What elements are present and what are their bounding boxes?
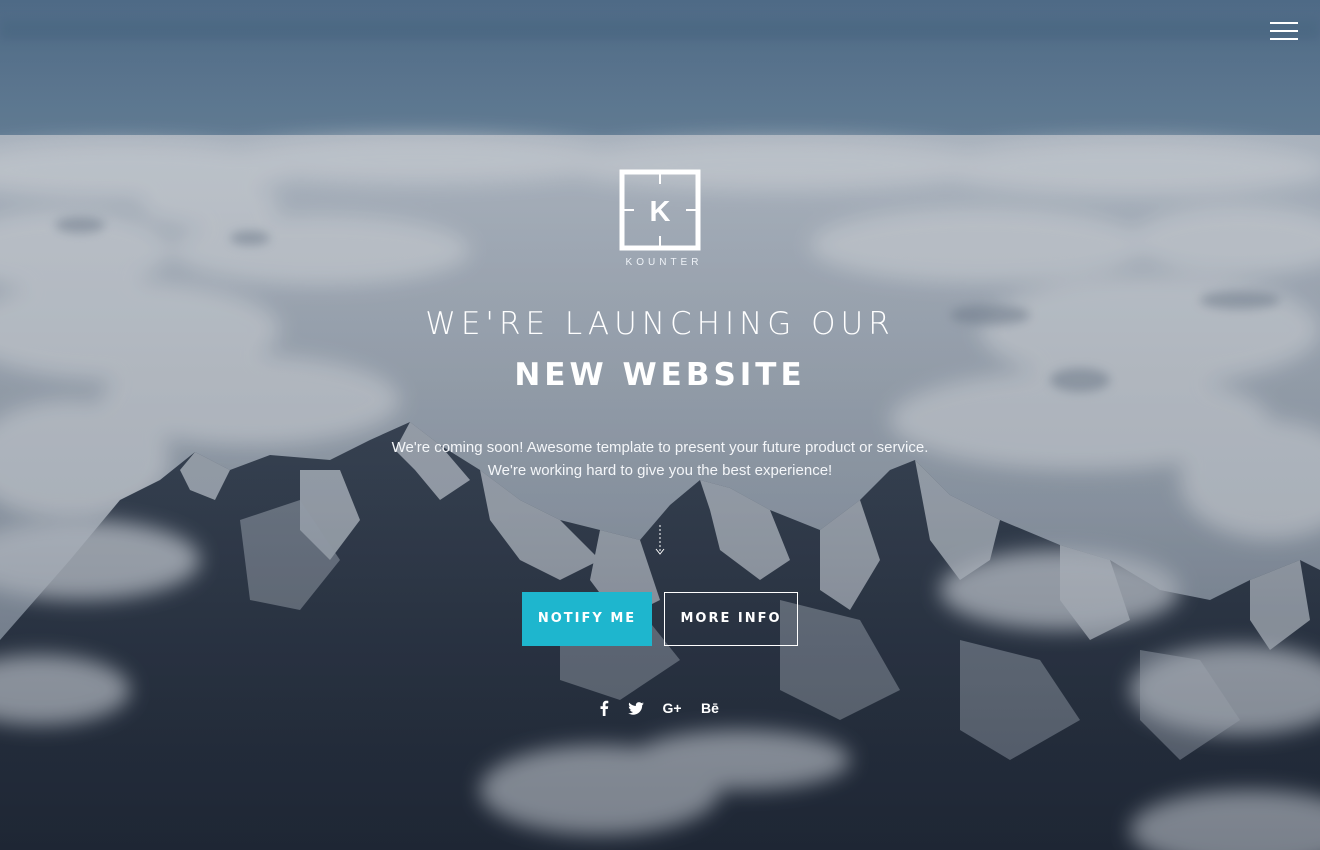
brand-name: KOUNTER [625,257,703,268]
mountain-background-image [0,0,1320,850]
behance-label: Bē [701,700,719,716]
description-line-2: We're working hard to give you the best … [487,462,833,479]
twitter-icon[interactable] [626,697,646,719]
menu-line [1270,22,1298,24]
facebook-icon[interactable] [596,697,612,719]
logo-letter: K [650,196,671,228]
description-line-1: We're coming soon! Awesome template to p… [391,439,929,456]
notify-me-button[interactable]: NOTIFY ME [522,592,652,646]
headline-light: WE'RE LAUNCHING OUR [425,306,895,342]
hamburger-menu-icon[interactable] [1264,16,1304,46]
menu-line [1270,38,1298,40]
google-plus-icon[interactable]: G+ [659,697,685,719]
behance-icon[interactable]: Bē [697,697,723,719]
kounter-logo: K [619,169,701,251]
menu-line [1270,30,1298,32]
more-info-button[interactable]: MORE INFO [664,592,798,646]
headline-bold: NEW WEBSITE [514,357,806,393]
scroll-down-arrow-icon[interactable] [652,524,668,556]
google-plus-label: G+ [662,700,682,716]
coming-soon-page: K KOUNTER WE'RE LAUNCHING OUR NEW WEBSIT… [0,0,1320,850]
